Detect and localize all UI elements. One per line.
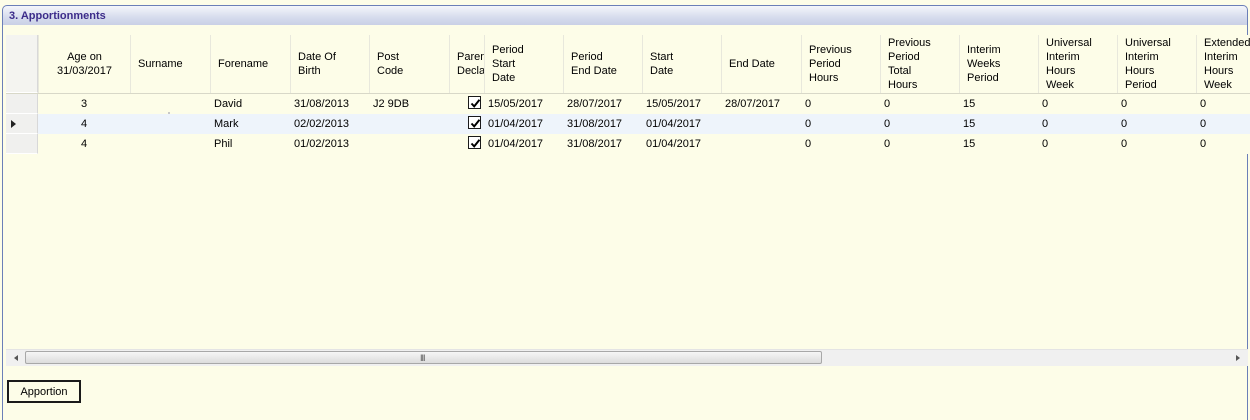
cell-postcode[interactable]: J2 9DB [369, 94, 453, 114]
cell-start-date[interactable]: 01/04/2017 [642, 114, 725, 134]
cell-parent-decl[interactable] [449, 114, 488, 134]
scroll-left-button[interactable] [8, 350, 24, 366]
cell-end-date[interactable] [721, 134, 805, 154]
column-header-ext-week[interactable]: Extended Interim Hours Week [1196, 35, 1250, 93]
column-header-uni-week[interactable]: Universal Interim Hours Week [1038, 35, 1117, 93]
cell-uni-week[interactable]: 0 [1038, 114, 1121, 134]
cell-uni-period[interactable]: 0 [1117, 114, 1200, 134]
parent-declaration-checkbox[interactable] [468, 116, 481, 129]
row-selector[interactable] [6, 94, 38, 114]
cell-prev-total[interactable]: 0 [880, 94, 963, 114]
cell-surname[interactable] [130, 94, 214, 114]
cell-age[interactable]: 4 [38, 134, 130, 154]
scrollbar-grip: III [420, 353, 425, 363]
cell-surname[interactable] [130, 114, 214, 134]
cell-period-end[interactable]: 31/08/2017 [563, 114, 646, 134]
panel-header: 3. Apportionments [2, 5, 1248, 25]
cell-parent-decl[interactable] [449, 94, 488, 114]
cell-surname[interactable] [130, 134, 214, 154]
cell-uni-period[interactable]: 0 [1117, 94, 1200, 114]
chevron-right-icon [1236, 355, 1240, 361]
cell-uni-week[interactable]: 0 [1038, 134, 1121, 154]
cell-dob[interactable]: 02/02/2013 [290, 114, 373, 134]
cell-start-date[interactable]: 15/05/2017 [642, 94, 725, 114]
cell-interim-weeks[interactable]: 15 [959, 134, 1042, 154]
cell-end-date[interactable]: 28/07/2017 [721, 94, 805, 114]
column-header-surname[interactable]: Surname [130, 35, 210, 93]
cell-end-date[interactable] [721, 114, 805, 134]
cell-start-date[interactable]: 01/04/2017 [642, 134, 725, 154]
column-header-period-start[interactable]: Period Start Date [484, 35, 563, 93]
current-row-arrow-icon [11, 120, 16, 128]
scrollbar-thumb[interactable]: III [25, 351, 822, 364]
column-header-interim-weeks[interactable]: Interim Weeks Period [959, 35, 1038, 93]
scroll-right-button[interactable] [1230, 350, 1246, 366]
apportionments-grid[interactable]: Age on 31/03/2017 Surname Forename Date Of … [6, 35, 1250, 350]
cell-forename[interactable]: Phil [210, 134, 294, 154]
table-row[interactable]: 4 Mark 02/02/2013 01/04/2017 31/08/2017 01/04… [6, 114, 1250, 134]
cell-dob[interactable]: 01/02/2013 [290, 134, 373, 154]
column-header-parent-decl[interactable]: Parent Declaration [449, 35, 484, 93]
header-row-selector [6, 35, 38, 93]
cell-period-start[interactable]: 15/05/2017 [484, 94, 567, 114]
column-header-dob[interactable]: Date Of Birth [290, 35, 369, 93]
cell-period-end[interactable]: 28/07/2017 [563, 94, 646, 114]
cell-prev-total[interactable]: 0 [880, 134, 963, 154]
parent-declaration-checkbox[interactable] [468, 96, 481, 109]
apportion-button[interactable]: Apportion [7, 380, 81, 403]
cell-prev-total[interactable]: 0 [880, 114, 963, 134]
cell-ext-week[interactable]: 0 [1196, 94, 1250, 114]
cell-interim-weeks[interactable]: 15 [959, 94, 1042, 114]
grid-header-row: Age on 31/03/2017 Surname Forename Date Of … [6, 35, 1250, 94]
cell-postcode[interactable] [369, 134, 453, 154]
column-header-forename[interactable]: Forename [210, 35, 290, 93]
panel-title: 3. Apportionments [9, 10, 106, 22]
table-row[interactable]: 4 Phil 01/02/2013 01/04/2017 31/08/2017 01/04… [6, 134, 1250, 154]
column-header-prev-hours[interactable]: Previous Period Hours [801, 35, 880, 93]
cell-uni-period[interactable]: 0 [1117, 134, 1200, 154]
horizontal-scrollbar[interactable]: III [6, 349, 1248, 366]
cell-ext-week[interactable]: 0 [1196, 134, 1250, 154]
column-header-end-date[interactable]: End Date [721, 35, 801, 93]
cell-uni-week[interactable]: 0 [1038, 94, 1121, 114]
checkmark-icon [470, 139, 481, 148]
cell-postcode[interactable] [369, 114, 453, 134]
cell-prev-hours[interactable]: 0 [801, 134, 884, 154]
cell-parent-decl[interactable] [449, 134, 488, 154]
chevron-left-icon [14, 355, 18, 361]
cell-age[interactable]: 3 [38, 94, 130, 114]
checkmark-icon [470, 119, 481, 128]
column-header-uni-period[interactable]: Universal Interim Hours Period [1117, 35, 1196, 93]
cell-interim-weeks[interactable]: 15 [959, 114, 1042, 134]
cell-forename[interactable]: David [210, 94, 294, 114]
row-selector[interactable] [6, 114, 38, 134]
cell-ext-week[interactable]: 0 [1196, 114, 1250, 134]
cell-prev-hours[interactable]: 0 [801, 94, 884, 114]
cell-prev-hours[interactable]: 0 [801, 114, 884, 134]
column-header-start-date[interactable]: Start Date [642, 35, 721, 93]
column-header-period-end[interactable]: Period End Date [563, 35, 642, 93]
cell-period-start[interactable]: 01/04/2017 [484, 134, 567, 154]
surname-placeholder-mark [168, 112, 170, 114]
checkmark-icon [470, 99, 481, 108]
row-selector[interactable] [6, 134, 38, 154]
cell-period-end[interactable]: 31/08/2017 [563, 134, 646, 154]
cell-age[interactable]: 4 [38, 114, 130, 134]
column-header-age[interactable]: Age on 31/03/2017 [38, 35, 130, 93]
cell-forename[interactable]: Mark [210, 114, 294, 134]
column-header-prev-total[interactable]: Previous Period Total Hours [880, 35, 959, 93]
table-row[interactable]: 3 David 31/08/2013 J2 9DB 15/05/2017 28/07/20… [6, 94, 1250, 114]
cell-period-start[interactable]: 01/04/2017 [484, 114, 567, 134]
column-header-postcode[interactable]: Post Code [369, 35, 449, 93]
cell-dob[interactable]: 31/08/2013 [290, 94, 373, 114]
parent-declaration-checkbox[interactable] [468, 136, 481, 149]
